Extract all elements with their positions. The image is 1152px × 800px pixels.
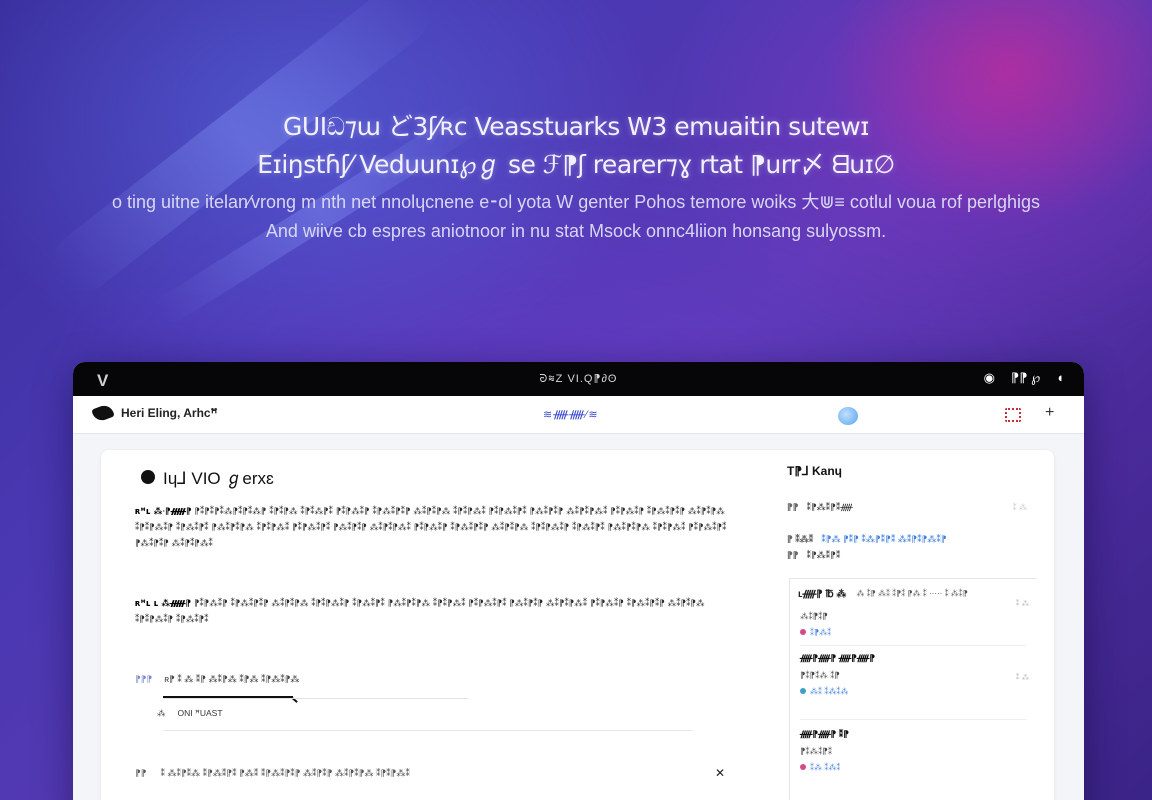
detail-row: ⁋ ⁑⁂⁑ ⁑⁋⁂ ⁋⁑⁋ ⁑⁂⁋⁑⁋⁑ ⁂⁑⁋⁑⁋⁂⁑⁋ <box>787 534 1027 545</box>
hero-subtext: o ting uitne itelan⁄vrong m nth net nnol… <box>111 192 1041 241</box>
activity-tag: ⁂⁑ ⁑⁂⁑⁂ <box>800 687 875 696</box>
document-card: Iɥ⅃ VIO ℊerxɛ ʀꟸʟ ⁂ᐧ⁋ᚏ⁋ ⁋⁑⁋⁑⁋⁑⁂⁋⁑⁋⁑⁂⁋ ⁑⁋… <box>101 450 1054 800</box>
panel-meta: ⁂ ⁑⁋ ⁂⁑ ⁑⁋⁑ ⁋⁂ ⁑ ····· ⁑ ⁂⁑⁋ <box>856 589 968 598</box>
divider <box>800 645 1026 646</box>
add-icon[interactable]: + <box>1045 404 1054 422</box>
divider <box>163 698 468 699</box>
paragraph-body: ⁋⁑⁋⁂⁑⁋ ⁑⁋⁂⁑⁋⁑⁋ ⁂⁑⁋⁑⁋⁂ ⁑⁋⁑⁋⁂⁑⁋ ⁑⁋⁂⁑⁋⁑ ⁋⁂⁑… <box>135 599 705 625</box>
document-title: Iɥ⅃ VIO ℊerxɛ <box>163 469 274 488</box>
app-header: Heri Eling, Arhcꟸ ≋ᚏᚏ⁄≋ + <box>73 396 1084 434</box>
hero-headline-line-2: Eɪiŋstɦʃ⁄ Veduunɪ℘ℊ se ℱ⁋ʃ rearer⁊ɣ rtat… <box>257 150 895 179</box>
activity-item[interactable]: ᚏ⁋ᚏ⁋ ᚏ⁋ᚏ⁋ ⁋⁑⁋⁑⁂ ⁑⁋ ⁂⁑ ⁑⁂⁑⁂ <box>800 653 875 696</box>
paragraph-lead: ʀꟸʟ ʟ ⁂ᚏ⁋ <box>135 599 192 609</box>
sidebar-title: T⁋⅃ Kanɥ <box>787 464 842 478</box>
menu-icon[interactable]: ⁋⁋ ℘ <box>1011 370 1040 386</box>
app-window: V ᘒ≋Z VI.Q⁋∂ʘ ◉ ⁋⁋ ℘ ◖ Heri Eling, Arhcꟸ… <box>73 362 1084 800</box>
panel-title: ʟᚏ⁋ ℔ ⁂ <box>798 589 847 600</box>
brand-logo-icon <box>91 403 115 423</box>
window-title: ᘒ≋Z VI.Q⁋∂ʘ <box>539 373 618 385</box>
detail-link[interactable]: ⁑⁋⁂ ⁋⁑⁋ ⁑⁂⁋⁑⁋⁑ ⁂⁑⁋⁑⁋⁂⁑⁋ <box>821 534 946 545</box>
document-paragraph: ʀꟸʟ ⁂ᐧ⁋ᚏ⁋ ⁋⁑⁋⁑⁋⁑⁂⁋⁑⁋⁑⁂⁋ ⁑⁋⁑⁋⁂ ⁑⁋⁑⁂⁋⁑ ⁋⁑⁋… <box>135 504 733 552</box>
attachment-text: ⁑ ⁂⁑⁋⁑⁂ ⁑⁋⁂⁑⁋⁑ ⁋⁂⁑ ⁑⁋⁂⁑⁋⁑⁋ ⁂⁑⁋⁑⁋ ⁂⁑⁋⁑⁋⁂ … <box>160 767 410 778</box>
activity-panel: ʟᚏ⁋ ℔ ⁂ ⁂ ⁑⁋ ⁂⁑ ⁑⁋⁑ ⁋⁂ ⁑ ····· ⁑ ⁂⁑⁋ ⁂⁑⁋… <box>789 578 1037 800</box>
activity-meta: ⁑ ⁂ <box>1015 599 1029 608</box>
paragraph-body: ⁋⁑⁋⁑⁋⁑⁂⁋⁑⁋⁑⁂⁋ ⁑⁋⁑⁋⁂ ⁑⁋⁑⁂⁋⁑ ⁋⁑⁋⁂⁑⁋ ⁑⁋⁂⁑⁋⁑… <box>135 507 727 549</box>
attachment-icon: ⁋⁋ <box>135 767 147 778</box>
reply-label: ONI ꟸUAST <box>177 708 223 718</box>
divider <box>163 730 693 731</box>
hero: GUIඩ⁊ɯ ど3ʃ⁄ʀс Veasstuarks W3 emuaitin su… <box>0 108 1152 246</box>
thread-icon: ⁋⁋⁋ <box>135 674 153 684</box>
activity-title: ᚏ⁋ᚏ⁋ ᚏ⁋ᚏ⁋ <box>800 653 876 663</box>
close-icon[interactable]: ✕ <box>715 766 725 780</box>
activity-tag-text: ⁑⁋⁂⁑ <box>810 628 832 637</box>
activity-tag: ⁑⁋⁂⁑ <box>800 628 831 637</box>
activity-sub: ⁋⁑⁋⁑⁂ ⁑⁋ <box>800 670 840 680</box>
attachment-row[interactable]: ⁋⁋ ⁑ ⁂⁑⁋⁑⁂ ⁑⁋⁂⁑⁋⁑ ⁋⁂⁑ ⁑⁋⁂⁑⁋⁑⁋ ⁂⁑⁋⁑⁋ ⁂⁑⁋⁑… <box>135 766 725 780</box>
brand-name: Heri Eling, Arhcꟸ <box>121 406 218 420</box>
hero-headline-line-1: GUIඩ⁊ɯ ど3ʃ⁄ʀс Veasstuarks W3 emuaitin su… <box>283 112 869 141</box>
document-status-icon <box>141 469 155 484</box>
activity-meta: ⁑ ⁂ <box>1015 673 1029 682</box>
activity-sub: ⁂⁑⁋⁑⁋ <box>800 611 828 621</box>
detail-row: ⁋⁋ ⁑⁋⁂⁑⁋⁑ <box>787 550 1027 561</box>
avatar-dot-icon <box>800 629 806 635</box>
document-paragraph: ʀꟸʟ ʟ ⁂ᚏ⁋ ⁋⁑⁋⁂⁑⁋ ⁑⁋⁂⁑⁋⁑⁋ ⁂⁑⁋⁑⁋⁂ ⁑⁋⁑⁋⁂⁑⁋ … <box>135 596 733 628</box>
activity-tag-text: ⁂⁑ ⁑⁂⁑⁂ <box>810 687 849 696</box>
theme-icon[interactable]: ◖ <box>1056 370 1064 386</box>
detail-value: ⁑⁋⁂⁑⁋⁑ᚏ <box>806 502 853 512</box>
detail-label: ⁋⁋ <box>787 550 799 560</box>
detail-row: ⁋⁋ ⁑⁋⁂⁑⁋⁑ᚏ ⁑ ⁂ <box>787 502 1027 513</box>
thread-text: ʀ⁋ ⁑ ⁂ ⁑⁋ ⁂⁑⁋⁂ ⁑⁋⁂ ⁑⁋⁂⁑⁋⁂ <box>164 674 300 684</box>
detail-value: ⁑⁋⁂⁑⁋⁑ <box>806 550 841 560</box>
window-titlebar: V ᘒ≋Z VI.Q⁋∂ʘ ◉ ⁋⁋ ℘ ◖ <box>73 362 1084 396</box>
apps-grid-icon[interactable] <box>1005 408 1021 422</box>
document-title-row: Iɥ⅃ VIO ℊerxɛ <box>141 464 274 489</box>
divider <box>800 719 1026 720</box>
activity-tag: ⁑⁂ ⁑⁂⁑ <box>800 763 849 772</box>
details-sidebar: T⁋⅃ Kanɥ ⁋⁋ ⁑⁋⁂⁑⁋⁑ᚏ ⁑ ⁂ ⁋ ⁑⁂⁑ ⁑⁋⁂ ⁋⁑⁋ ⁑⁂… <box>787 450 1054 800</box>
activity-sub: ⁋⁑⁂⁑⁋⁑ <box>800 746 833 756</box>
activity-tag-text: ⁑⁂ ⁑⁂⁑ <box>810 763 841 772</box>
activity-panel-header: ʟᚏ⁋ ℔ ⁂ ⁂ ⁑⁋ ⁂⁑ ⁑⁋⁑ ⁋⁂ ⁑ ····· ⁑ ⁂⁑⁋ <box>798 589 1034 600</box>
titlebar-controls: ◉ ⁋⁋ ℘ ◖ <box>984 370 1064 386</box>
activity-item[interactable]: ᚏ⁋ᚏ⁋ ⁑⁋ ⁋⁑⁂⁑⁋⁑ ⁑⁂ ⁑⁂⁑ <box>800 729 849 772</box>
activity-title: ᚏ⁋ᚏ⁋ ⁑⁋ <box>800 729 849 739</box>
avatar-dot-icon <box>800 688 806 694</box>
nav-center-link[interactable]: ≋ᚏᚏ⁄≋ <box>543 408 599 421</box>
thread-row[interactable]: ⁋⁋⁋ ʀ⁋ ⁑ ⁂ ⁑⁋ ⁂⁑⁋⁂ ⁑⁋⁂ ⁑⁋⁂⁑⁋⁂ <box>135 674 299 685</box>
activity-item[interactable]: ⁂⁑⁋⁑⁋ ⁑⁋⁂⁑ <box>800 605 831 637</box>
brand[interactable]: Heri Eling, Arhcꟸ <box>91 403 218 423</box>
reply-row[interactable]: ⁂ ONI ꟸUAST <box>157 708 223 719</box>
detail-label: ⁋⁋ <box>787 502 799 512</box>
paragraph-lead: ʀꟸʟ ⁂ᐧ⁋ᚏ⁋ <box>135 507 192 517</box>
detail-meta: ⁑ ⁂ <box>1012 503 1027 512</box>
record-icon[interactable]: ◉ <box>984 370 995 386</box>
detail-label: ⁋ ⁑⁂⁑ <box>787 534 814 544</box>
globe-icon[interactable] <box>838 407 858 425</box>
reply-icon: ⁂ <box>157 708 166 718</box>
avatar-dot-icon <box>800 764 806 770</box>
